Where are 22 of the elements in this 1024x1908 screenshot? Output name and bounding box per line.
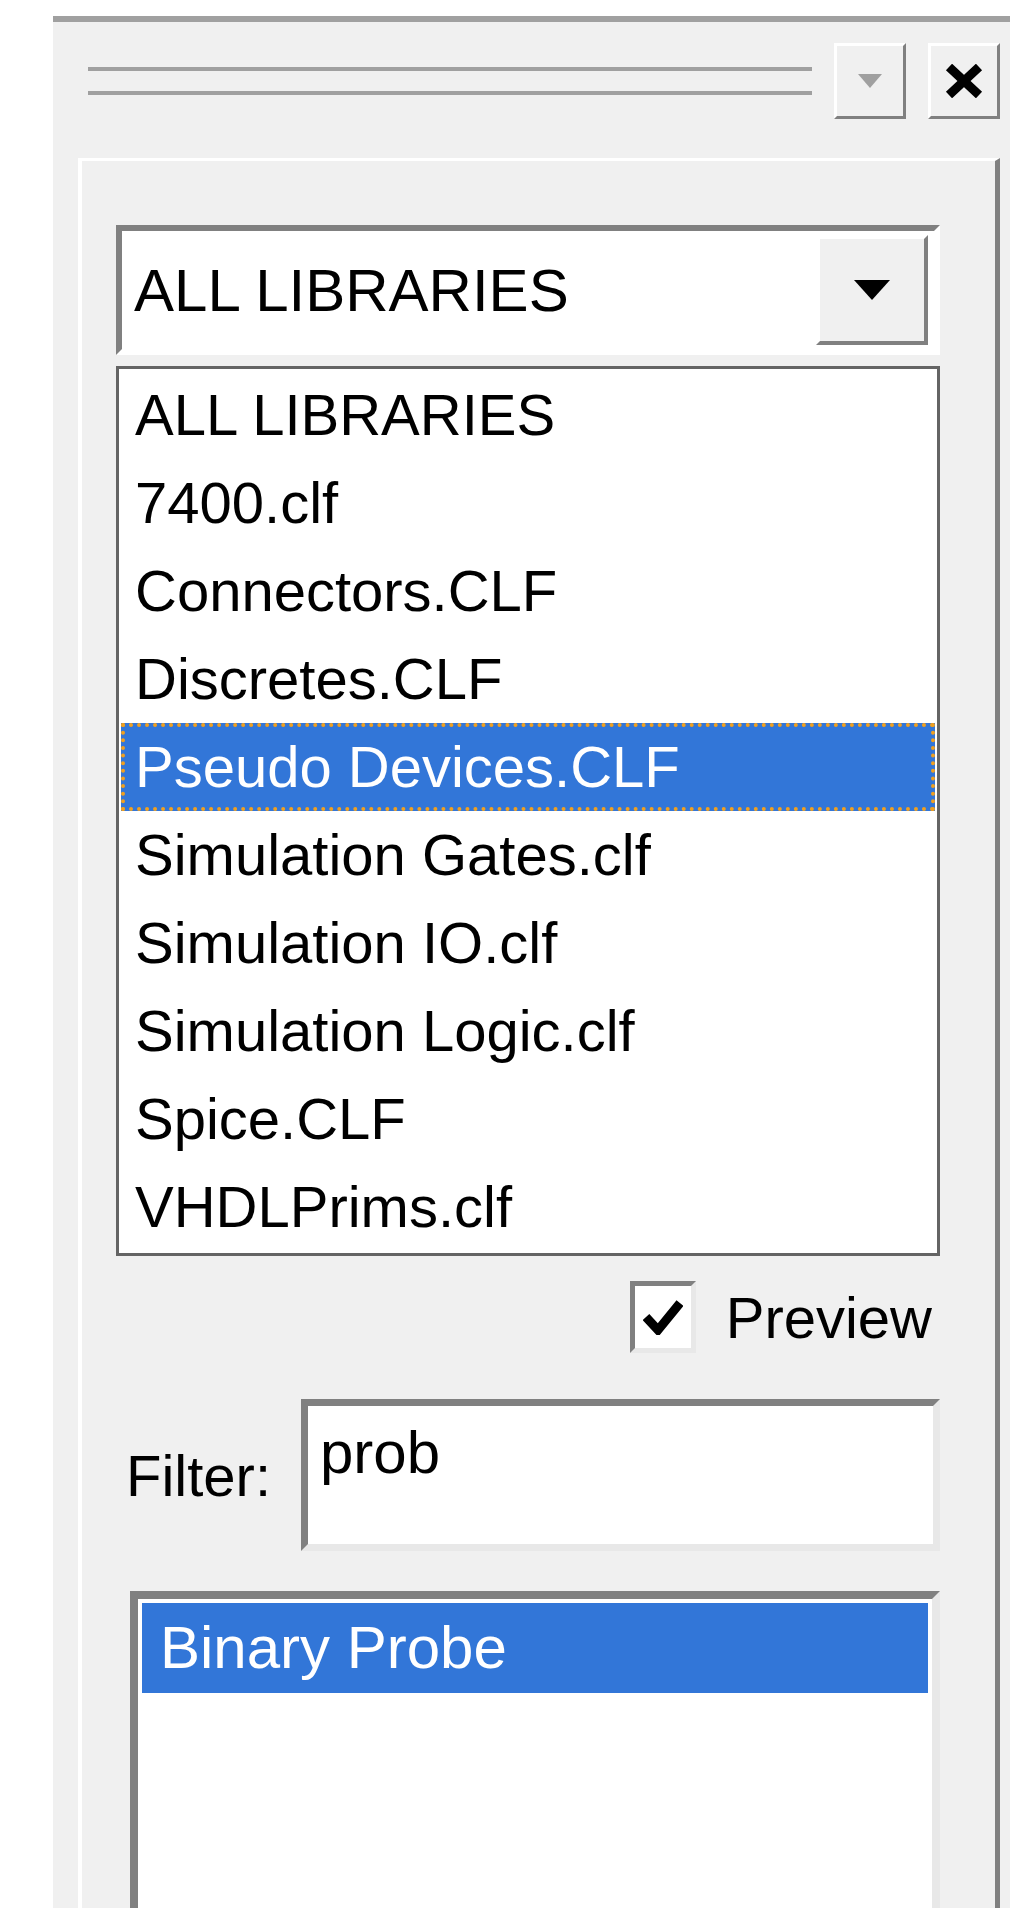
caret-icon [854, 280, 890, 300]
dropdown-option[interactable]: Simulation Gates.clf [121, 811, 935, 899]
filter-label: Filter: [125, 1441, 271, 1509]
dropdown-option[interactable]: Pseudo Devices.CLF [121, 723, 935, 811]
dropdown-option[interactable]: Connectors.CLF [121, 547, 935, 635]
dropdown-option[interactable]: Spice.CLF [121, 1075, 935, 1163]
result-item[interactable]: Binary Probe [142, 1603, 928, 1693]
dropdown-option[interactable]: VHDLPrims.clf [121, 1163, 935, 1251]
close-icon [945, 64, 983, 98]
close-button[interactable] [928, 43, 1000, 119]
check-icon [642, 1299, 683, 1335]
dropdown-option[interactable]: Simulation IO.clf [121, 899, 935, 987]
library-combo[interactable]: ALL LIBRARIES [116, 225, 940, 355]
caret-icon [858, 74, 882, 88]
dropdown-option[interactable]: 7400.clf [121, 459, 935, 547]
dropdown-option[interactable]: ALL LIBRARIES [121, 371, 935, 459]
dropdown-option[interactable]: Simulation Logic.clf [121, 987, 935, 1075]
preview-checkbox[interactable] [629, 1281, 696, 1353]
filter-field[interactable]: prob [301, 1399, 940, 1551]
drag-grip[interactable] [88, 67, 812, 95]
preview-label: Preview [725, 1283, 932, 1351]
dropdown-option[interactable]: Discretes.CLF [121, 635, 935, 723]
